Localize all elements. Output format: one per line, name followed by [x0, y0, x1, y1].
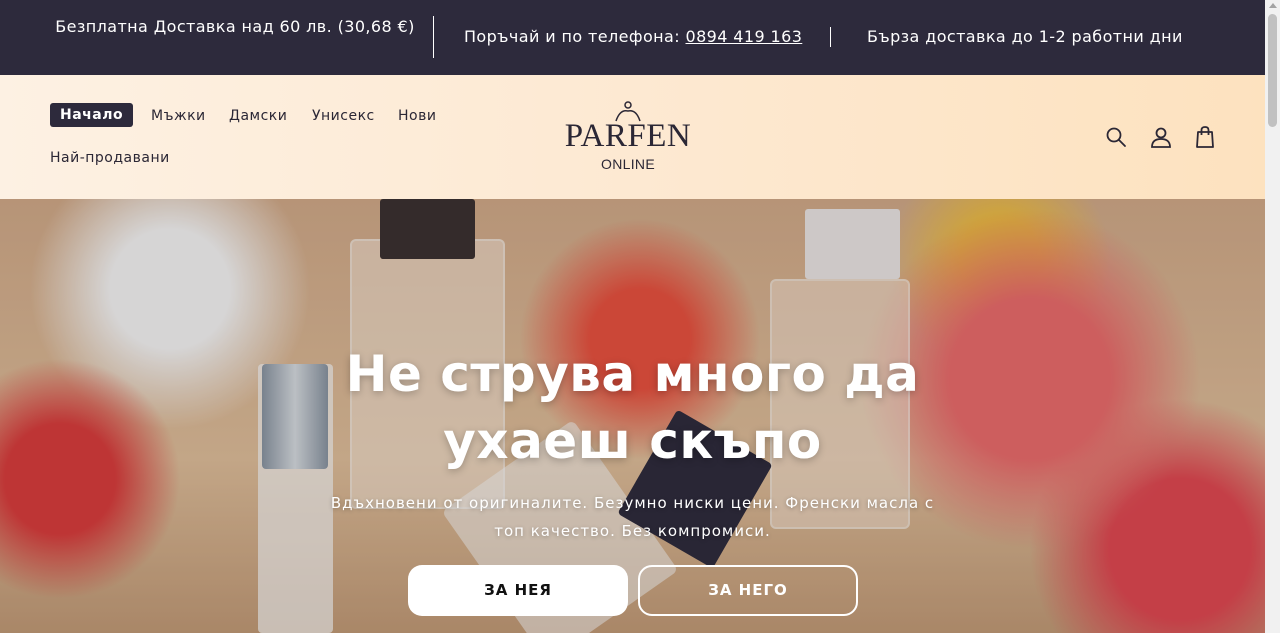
nav-item-men[interactable]: Мъжки	[151, 107, 206, 125]
logo[interactable]: PARFEN ONLINE	[526, 101, 730, 177]
account-icon[interactable]	[1149, 125, 1173, 149]
site-header: Начало Мъжки Дамски Унисекс Нови Най-про…	[0, 75, 1265, 199]
logo-subtext: ONLINE	[601, 156, 655, 172]
hero-banner: Не струва много да ухаеш скъпо Вдъхновен…	[0, 199, 1265, 633]
for-him-button[interactable]: ЗА НЕГО	[638, 565, 858, 616]
announcement-bar: Безплатна Доставка над 60 лв. (30,68 €) …	[0, 0, 1265, 75]
nav-item-unisex[interactable]: Унисекс	[312, 107, 375, 125]
free-shipping-text: Безплатна Доставка над 60 лв. (30,68 €)	[55, 17, 415, 36]
nav-item-women[interactable]: Дамски	[229, 107, 287, 125]
divider	[830, 27, 831, 47]
nav-item-new[interactable]: Нови	[398, 107, 436, 125]
scroll-up-arrow-icon[interactable]	[1269, 3, 1277, 8]
search-icon[interactable]	[1104, 125, 1128, 149]
order-by-phone-label: Поръчай и по телефона:	[464, 27, 686, 46]
nav-item-home[interactable]: Начало	[50, 103, 134, 127]
for-her-button[interactable]: ЗА НЕЯ	[408, 565, 628, 616]
divider	[433, 16, 434, 58]
fast-delivery-text: Бърза доставка до 1-2 работни дни	[867, 27, 1183, 46]
nav-item-bestsellers[interactable]: Най-продавани	[50, 149, 170, 167]
logo-text: PARFEN	[564, 118, 692, 154]
hero-subtitle: Вдъхновени от оригиналите. Безумно ниски…	[330, 494, 935, 540]
order-by-phone: Поръчай и по телефона: 0894 419 163	[464, 26, 802, 47]
hero-title: Не струва много да ухаеш скъпо	[345, 345, 920, 470]
cart-icon[interactable]	[1193, 125, 1217, 149]
phone-link[interactable]: 0894 419 163	[686, 27, 803, 46]
scrollbar-thumb[interactable]	[1268, 14, 1277, 127]
